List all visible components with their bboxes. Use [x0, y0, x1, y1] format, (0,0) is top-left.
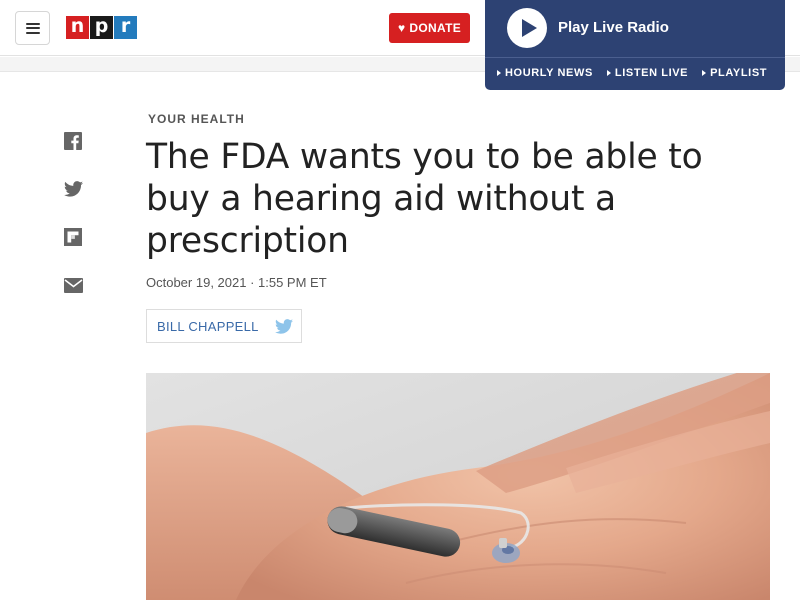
hourly-news-label: HOURLY NEWS	[505, 67, 593, 79]
caret-right-icon	[702, 70, 707, 76]
hamburger-icon	[25, 22, 40, 34]
hourly-news-link[interactable]: HOURLY NEWS	[497, 67, 593, 79]
author-name[interactable]: BILL CHAPPELL	[157, 319, 259, 334]
live-radio-panel: Play Live Radio HOURLY NEWS LISTEN LIVE …	[485, 0, 785, 90]
logo-letter-r: r	[114, 15, 137, 39]
author-twitter-icon[interactable]	[275, 319, 293, 339]
playlist-label: PLAYLIST	[710, 67, 768, 79]
article-lead-image	[146, 373, 770, 600]
article-dateline: October 19, 2021 · 1:55 PM ET	[146, 275, 327, 290]
menu-button[interactable]	[15, 11, 50, 45]
donate-button[interactable]: ♥ DONATE	[389, 13, 470, 43]
radio-links: HOURLY NEWS LISTEN LIVE PLAYLIST	[497, 67, 781, 79]
section-kicker[interactable]: YOUR HEALTH	[148, 112, 245, 126]
listen-live-label: LISTEN LIVE	[614, 67, 689, 79]
caret-right-icon	[497, 70, 501, 76]
article-headline: The FDA wants you to be able to buy a he…	[146, 137, 703, 261]
flipboard-icon[interactable]	[63, 227, 83, 247]
listen-live-link[interactable]: LISTEN LIVE	[606, 67, 689, 79]
caret-right-icon	[606, 70, 611, 76]
email-icon[interactable]	[63, 275, 83, 295]
play-button[interactable]	[507, 8, 547, 48]
play-live-radio-label[interactable]: Play Live Radio	[558, 19, 669, 36]
hand-with-hearing-aid-photo	[146, 373, 770, 600]
play-icon	[521, 19, 537, 37]
author-byline: BILL CHAPPELL	[146, 309, 302, 343]
playlist-link[interactable]: PLAYLIST	[702, 67, 767, 79]
logo-letter-p: p	[90, 15, 113, 39]
logo-letter-n: n	[66, 15, 89, 39]
donate-label: DONATE	[409, 21, 461, 35]
divider	[485, 57, 785, 58]
facebook-icon[interactable]	[63, 131, 83, 151]
heart-icon: ♥	[397, 21, 406, 35]
twitter-icon[interactable]	[63, 179, 83, 199]
npr-logo[interactable]: n p r	[66, 15, 138, 39]
